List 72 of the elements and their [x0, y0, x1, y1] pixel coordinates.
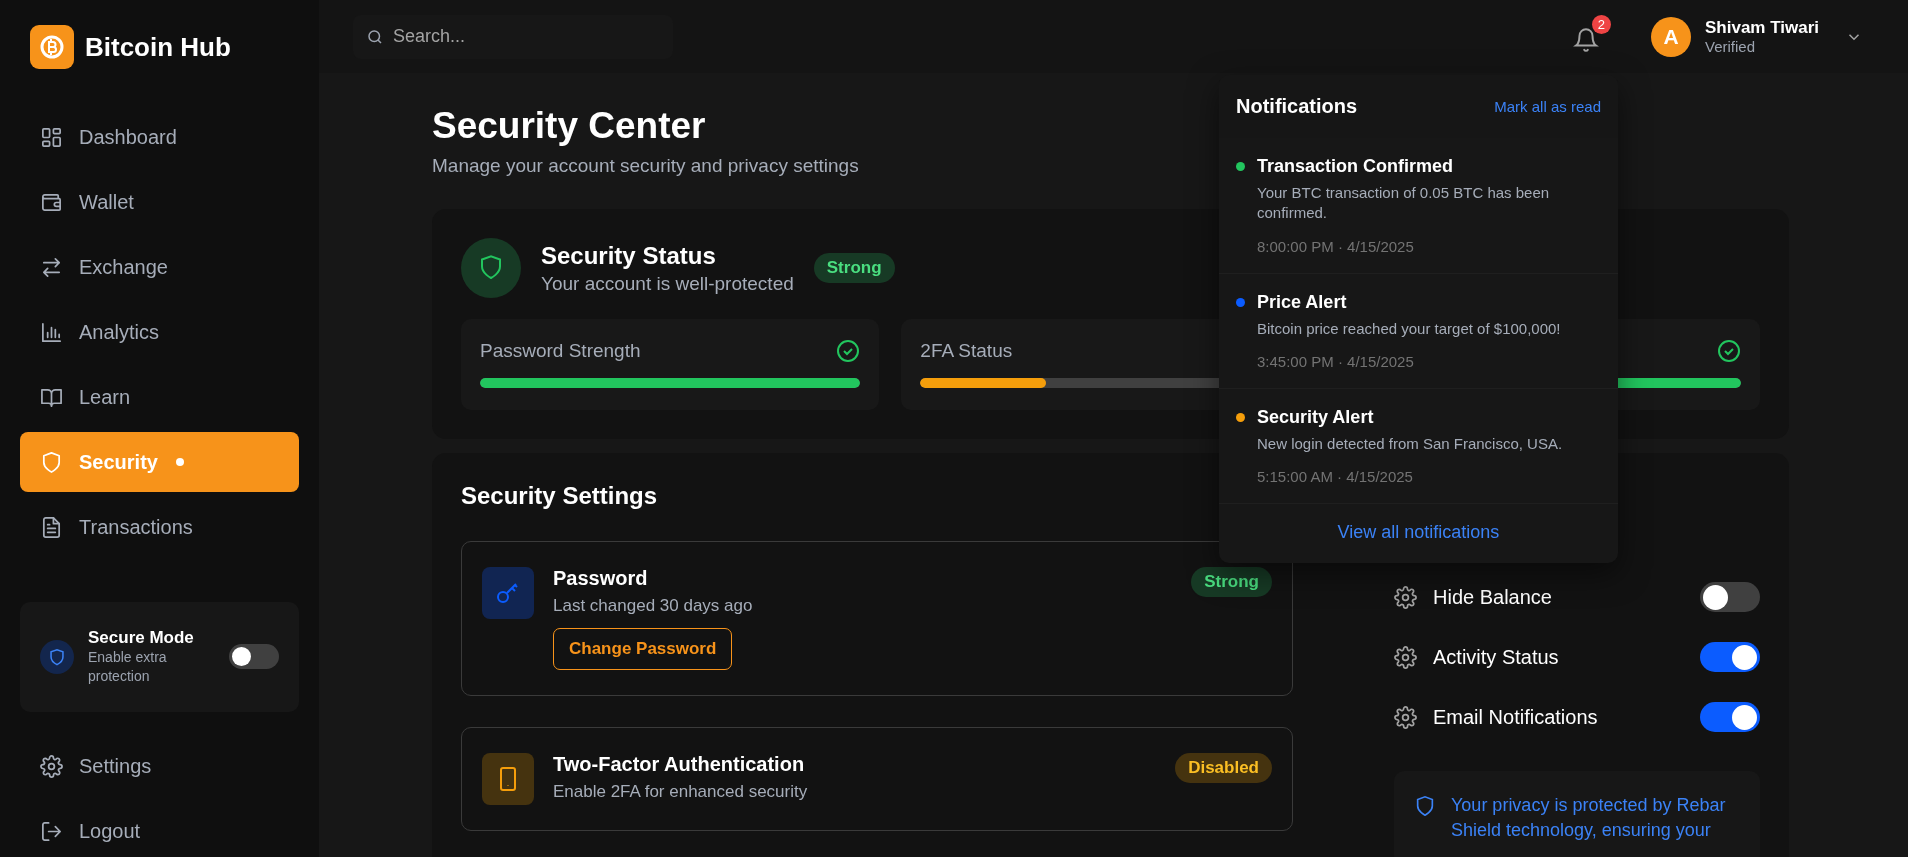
metric-label: Password Strength: [480, 340, 641, 362]
sidebar-item[interactable]: Exchange: [20, 237, 299, 297]
notification-title: Price Alert: [1257, 291, 1348, 313]
settings-icon: [1394, 705, 1417, 729]
shield-icon: [40, 450, 63, 474]
shield-icon: [40, 639, 74, 674]
sidebar-item[interactable]: Logout: [20, 801, 299, 857]
search-icon: [366, 27, 384, 46]
notification-title: Security Alert: [1257, 406, 1375, 428]
status-badge: Strong: [813, 253, 895, 283]
logout-icon: [40, 820, 63, 844]
sidebar-item[interactable]: Settings: [20, 736, 299, 797]
notification-item[interactable]: Security Alert New login detected from San Francisco, USA. 5:15:00 AM · 4/15/2025: [1219, 388, 1618, 504]
notification-title: Transaction Confirmed: [1257, 156, 1455, 177]
dropdown-title: Notifications: [1236, 95, 1358, 118]
sidebar-item[interactable]: Transactions: [20, 497, 299, 557]
brand-name: Bitcoin Hub: [85, 31, 231, 63]
settings-icon: [40, 755, 63, 779]
arrows-icon: [40, 255, 63, 279]
bitcoin-logo-icon: [30, 25, 74, 69]
secure-mode-description: Enable extra protection: [88, 648, 168, 686]
secure-mode-title: Secure Mode: [88, 628, 195, 648]
user-status: Verified: [1705, 38, 1757, 55]
sidebar-item[interactable]: Analytics: [20, 302, 299, 362]
setting-title: Two-Factor Authentication: [553, 753, 806, 776]
notification-count-badge: 2: [1592, 14, 1611, 34]
toggle-label: Hide Balance: [1433, 585, 1553, 609]
change-password-button[interactable]: Change Password: [553, 628, 733, 670]
sidebar-item[interactable]: Dashboard: [20, 107, 299, 167]
sidebar-item[interactable]: Learn: [20, 367, 299, 427]
user-name: Shivam Tiwari: [1705, 18, 1819, 38]
notification-item[interactable]: Transaction Confirmed Your BTC transaction of 0.05 BTC has been confirmed. 8:00:00 PM · 4/15/2025: [1219, 138, 1618, 274]
security-status-title: Security Status: [541, 241, 717, 270]
page-title: Security Center: [432, 105, 706, 147]
toggle-switch[interactable]: [1700, 582, 1760, 612]
notifications-button[interactable]: 2: [1567, 14, 1611, 59]
view-all-notifications-link[interactable]: View all notifications: [1337, 522, 1500, 542]
notification-message: Bitcoin price reached your target of $100,000!: [1257, 318, 1561, 339]
notification-time: 3:45:00 PM · 4/15/2025: [1257, 352, 1415, 370]
toggle-switch[interactable]: [1700, 642, 1760, 672]
key-icon: [482, 567, 534, 619]
notification-time: 5:15:00 AM · 4/15/2025: [1257, 468, 1414, 485]
page-subtitle: Manage your account security and privacy settings: [432, 155, 859, 177]
phone-icon: [482, 753, 534, 805]
privacy-note: Your privacy is protected by Rebar Shield technology, ensuring your: [1451, 794, 1727, 843]
notification-item[interactable]: Price Alert Bitcoin price reached your target of $100,000! 3:45:00 PM · 4/15/2025: [1219, 273, 1618, 389]
security-status-description: Your account is well-protected: [541, 272, 794, 295]
grid-icon: [40, 125, 63, 149]
sidebar-item[interactable]: Wallet: [20, 172, 299, 232]
notification-time: 8:00:00 PM · 4/15/2025: [1257, 237, 1415, 255]
status-badge: Strong: [1191, 567, 1272, 597]
bell-icon: [1573, 26, 1599, 53]
toggle-label: Activity Status: [1433, 645, 1560, 669]
shield-icon: [461, 238, 521, 298]
metric-label: 2FA Status: [920, 340, 1013, 362]
notification-message: New login detected from San Francisco, USA.: [1257, 433, 1563, 454]
mark-all-read-link[interactable]: Mark all as read: [1494, 98, 1601, 115]
section-title: Security Settings: [461, 482, 659, 510]
bars-icon: [40, 320, 63, 344]
doc-icon: [40, 515, 63, 539]
setting-description: Enable 2FA for enhanced security: [553, 782, 809, 802]
status-badge: Disabled: [1175, 753, 1272, 783]
toggle-switch[interactable]: [229, 644, 279, 670]
toggle-label: Email Notifications: [1433, 705, 1599, 729]
settings-icon: [1394, 585, 1417, 609]
notification-message: Your BTC transaction of 0.05 BTC has been confirmed.: [1257, 183, 1551, 224]
toggle-switch[interactable]: [1700, 702, 1760, 732]
setting-description: Last changed 30 days ago: [553, 596, 754, 616]
setting-title: Password: [553, 567, 649, 590]
avatar: A: [1651, 16, 1691, 57]
settings-icon: [1394, 645, 1417, 669]
shield-icon: [1414, 795, 1436, 817]
